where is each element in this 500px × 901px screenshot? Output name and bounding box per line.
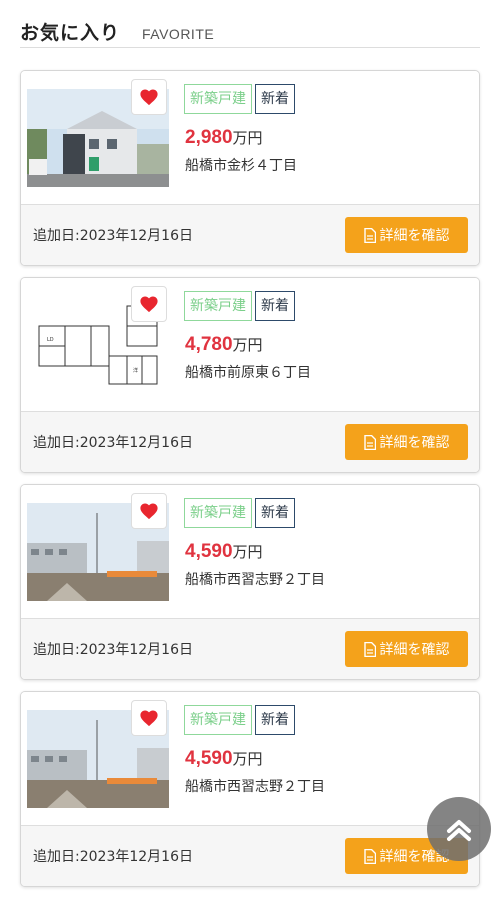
listing-price: 4,590万円 xyxy=(185,748,263,770)
added-date: 追加日:2023年12月16日 xyxy=(33,228,193,244)
listing-card[interactable]: 新築戸建 新着 4,590万円 船橋市西習志野２丁目 追加日:2023年12月1… xyxy=(20,691,480,887)
scroll-to-top-button[interactable] xyxy=(427,797,491,861)
page-title: お気に入り xyxy=(20,22,121,44)
listing-card[interactable]: 新築戸建 新着 4,590万円 船橋市西習志野２丁目 追加日:2023年12月1… xyxy=(20,484,480,680)
page-header: お気に入り FAVORITE xyxy=(20,18,480,48)
listing-address: 船橋市前原東６丁目 xyxy=(185,365,311,381)
listing-price: 4,780万円 xyxy=(185,334,263,356)
price-unit: 万円 xyxy=(232,543,263,561)
view-details-button[interactable]: 詳細を確認 xyxy=(345,424,468,460)
added-date: 追加日:2023年12月16日 xyxy=(33,849,193,865)
listing-address: 船橋市金杉４丁目 xyxy=(185,158,297,174)
favorite-button[interactable] xyxy=(131,286,167,322)
new-arrival-tag: 新着 xyxy=(255,498,295,528)
heart-icon xyxy=(140,89,158,106)
favorite-button[interactable] xyxy=(131,493,167,529)
document-icon xyxy=(363,227,376,243)
svg-text:LD: LD xyxy=(47,337,54,343)
listing-address: 船橋市西習志野２丁目 xyxy=(185,779,325,795)
new-build-tag: 新築戸建 xyxy=(184,84,252,114)
added-date: 追加日:2023年12月16日 xyxy=(33,642,193,658)
price-unit: 万円 xyxy=(232,750,263,768)
listing-price: 2,980万円 xyxy=(185,127,263,149)
svg-text:洋: 洋 xyxy=(133,367,138,374)
listing-card[interactable]: LD 洋 洋 新築戸建 新着 4,780万円 船橋市前原東６丁目 追加日:202… xyxy=(20,277,480,473)
new-arrival-tag: 新着 xyxy=(255,84,295,114)
listing-card[interactable]: 新築戸建 新着 2,980万円 船橋市金杉４丁目 追加日:2023年12月16日… xyxy=(20,70,480,266)
favorite-button[interactable] xyxy=(131,79,167,115)
document-icon xyxy=(363,848,376,864)
new-build-tag: 新築戸建 xyxy=(184,291,252,321)
favorite-button[interactable] xyxy=(131,700,167,736)
view-details-button[interactable]: 詳細を確認 xyxy=(345,217,468,253)
price-value: 4,780 xyxy=(185,334,233,355)
heart-icon xyxy=(140,503,158,520)
price-unit: 万円 xyxy=(232,336,263,354)
page-subtitle: FAVORITE xyxy=(142,26,215,42)
new-build-tag: 新築戸建 xyxy=(184,498,252,528)
document-icon xyxy=(363,434,376,450)
view-details-label: 詳細を確認 xyxy=(379,228,450,244)
view-details-label: 詳細を確認 xyxy=(379,642,450,658)
price-unit: 万円 xyxy=(232,129,263,147)
price-value: 4,590 xyxy=(185,748,233,769)
price-value: 4,590 xyxy=(185,541,233,562)
added-date: 追加日:2023年12月16日 xyxy=(33,435,193,451)
listing-address: 船橋市西習志野２丁目 xyxy=(185,572,325,588)
view-details-label: 詳細を確認 xyxy=(379,435,450,451)
view-details-button[interactable]: 詳細を確認 xyxy=(345,631,468,667)
heart-icon xyxy=(140,296,158,313)
new-build-tag: 新築戸建 xyxy=(184,705,252,735)
heart-icon xyxy=(140,710,158,727)
price-value: 2,980 xyxy=(185,127,233,148)
document-icon xyxy=(363,641,376,657)
new-arrival-tag: 新着 xyxy=(255,291,295,321)
listing-price: 4,590万円 xyxy=(185,541,263,563)
new-arrival-tag: 新着 xyxy=(255,705,295,735)
chevron-up-icon xyxy=(447,820,471,841)
